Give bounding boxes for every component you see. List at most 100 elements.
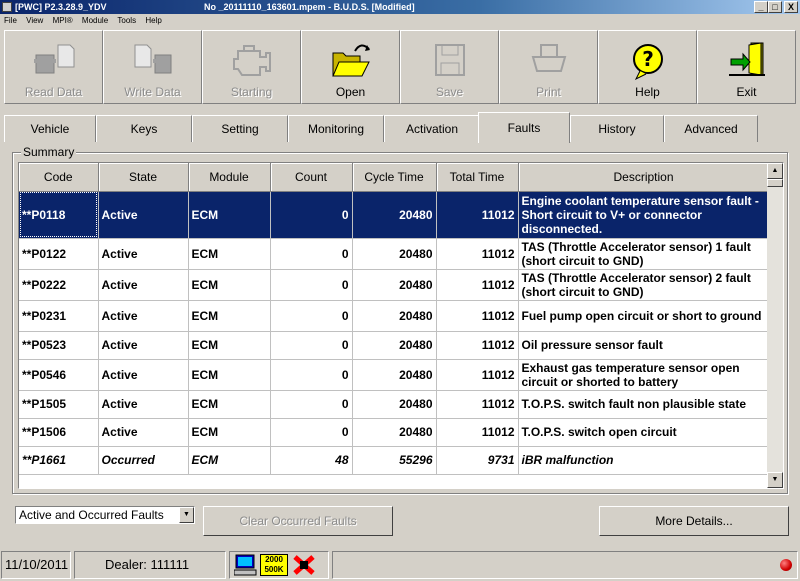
help-question-icon: ?: [632, 44, 663, 81]
tab-advanced[interactable]: Advanced: [664, 115, 758, 142]
tab-faults[interactable]: Faults: [478, 112, 570, 143]
table-row[interactable]: **P1661 Occurred ECM 48 55296 9731 iBR m…: [19, 446, 770, 475]
cell-cycle-time: 20480: [352, 418, 437, 447]
write-data-button[interactable]: Write Data: [103, 30, 202, 104]
column-header-total-time[interactable]: Total Time: [436, 163, 519, 192]
column-header-state[interactable]: State: [98, 163, 189, 192]
cell-description: Fuel pump open circuit or short to groun…: [518, 300, 770, 332]
cell-code: **P0231: [19, 300, 99, 332]
cell-cycle-time: 20480: [352, 390, 437, 419]
column-header-module[interactable]: Module: [188, 163, 271, 192]
cell-cycle-time: 20480: [352, 359, 437, 391]
column-header-count[interactable]: Count: [270, 163, 353, 192]
cell-cycle-time: 20480: [352, 191, 437, 239]
open-label: Open: [335, 85, 366, 99]
tab-history[interactable]: History: [570, 115, 664, 142]
cell-description: Oil pressure sensor fault: [518, 331, 770, 360]
table-row[interactable]: **P0523 Active ECM 0 20480 11012 Oil pre…: [19, 331, 770, 360]
app-icon[interactable]: [2, 2, 12, 12]
status-bar: 11/10/2011 Dealer: 111111 2000 500K: [0, 549, 800, 581]
cell-description: T.O.P.S. switch fault non plausible stat…: [518, 390, 770, 419]
menu-view[interactable]: View: [26, 16, 43, 25]
cell-state: Active: [98, 418, 189, 447]
exit-door-icon: [728, 42, 765, 76]
status-dealer: Dealer: 111111: [74, 551, 226, 579]
chevron-down-icon[interactable]: ▼: [179, 507, 194, 523]
scroll-up-icon[interactable]: ▲: [767, 163, 783, 179]
restore-button[interactable]: □: [768, 1, 782, 13]
computer-icon: [234, 554, 257, 576]
help-label: Help: [635, 85, 660, 99]
cell-cycle-time: 20480: [352, 238, 437, 270]
table-row[interactable]: **P0222 Active ECM 0 20480 11012 TAS (Th…: [19, 269, 770, 301]
menu-module[interactable]: Module: [82, 16, 108, 25]
menu-tools[interactable]: Tools: [117, 16, 136, 25]
cell-count: 0: [270, 331, 353, 360]
cell-total-time: 9731: [436, 446, 519, 475]
cell-total-time: 11012: [436, 238, 519, 270]
title-bar[interactable]: [PWC] P2.3.28.9_YDV No _20111110_163601.…: [0, 0, 800, 14]
column-header-cycle-time[interactable]: Cycle Time: [352, 163, 437, 192]
scroll-thumb[interactable]: [767, 179, 783, 187]
cell-code: **P0118: [19, 191, 99, 239]
cell-count: 0: [270, 390, 353, 419]
cell-cycle-time: 20480: [352, 331, 437, 360]
cell-description: Engine coolant temperature sensor fault …: [518, 191, 770, 239]
starting-label: Starting: [230, 85, 273, 99]
more-details-button[interactable]: More Details...: [599, 506, 789, 536]
cell-state: Active: [98, 269, 189, 301]
folder-open-icon: [331, 44, 370, 77]
tab-activation[interactable]: Activation: [384, 115, 480, 142]
cell-description: TAS (Throttle Accelerator sensor) 1 faul…: [518, 238, 770, 270]
close-button[interactable]: X: [784, 1, 798, 13]
table-vertical-scrollbar[interactable]: ▲ ▼: [767, 163, 783, 488]
write-data-label: Write Data: [124, 85, 181, 99]
table-row[interactable]: **P1506 Active ECM 0 20480 11012 T.O.P.S…: [19, 418, 770, 447]
tab-setting[interactable]: Setting: [192, 115, 288, 142]
scroll-down-icon[interactable]: ▼: [767, 472, 783, 488]
cell-cycle-time: 20480: [352, 269, 437, 301]
tab-monitoring[interactable]: Monitoring: [288, 115, 384, 142]
clear-occurred-faults-button[interactable]: Clear Occurred Faults: [203, 506, 393, 536]
menu-file[interactable]: File: [4, 16, 17, 25]
write-data-icon: [134, 44, 171, 74]
cell-module: ECM: [188, 390, 271, 419]
tab-keys[interactable]: Keys: [96, 115, 192, 142]
minimize-button[interactable]: _: [754, 1, 768, 13]
engine-icon: [232, 45, 271, 76]
exit-button[interactable]: Exit: [697, 30, 796, 104]
tab-vehicle[interactable]: Vehicle: [4, 115, 96, 142]
cell-description: T.O.P.S. switch open circuit: [518, 418, 770, 447]
help-button[interactable]: ? Help: [598, 30, 697, 104]
starting-button[interactable]: Starting: [202, 30, 301, 104]
menu-mpi[interactable]: MPI®: [53, 16, 73, 25]
save-button[interactable]: Save: [400, 30, 499, 104]
open-button[interactable]: Open: [301, 30, 400, 104]
fault-filter-select[interactable]: Active and Occurred Faults ▼: [15, 506, 195, 524]
table-row[interactable]: **P0231 Active ECM 0 20480 11012 Fuel pu…: [19, 300, 770, 332]
cell-state: Occurred: [98, 446, 189, 475]
read-data-label: Read Data: [24, 85, 83, 99]
cell-total-time: 11012: [436, 390, 519, 419]
cell-state: Active: [98, 238, 189, 270]
cell-code: **P1506: [19, 418, 99, 447]
cell-code: **P0222: [19, 269, 99, 301]
menu-help[interactable]: Help: [145, 16, 161, 25]
table-row[interactable]: **P0118 Active ECM 0 20480 11012 Engine …: [19, 191, 770, 239]
column-header-description[interactable]: Description: [518, 163, 770, 192]
table-row[interactable]: **P0122 Active ECM 0 20480 11012 TAS (Th…: [19, 238, 770, 270]
faults-table[interactable]: Code State Module Count Cycle Time Total…: [18, 162, 784, 489]
column-header-code[interactable]: Code: [19, 163, 99, 192]
print-label: Print: [536, 85, 561, 99]
table-row[interactable]: **P1505 Active ECM 0 20480 11012 T.O.P.S…: [19, 390, 770, 419]
printer-icon: [531, 44, 566, 72]
menu-bar: File View MPI® Module Tools Help: [0, 14, 800, 27]
read-data-button[interactable]: Read Data: [4, 30, 103, 104]
cell-module: ECM: [188, 418, 271, 447]
cell-count: 0: [270, 191, 353, 239]
table-row[interactable]: **P0546 Active ECM 0 20480 11012 Exhaust…: [19, 359, 770, 391]
status-connection-panel: 2000 500K: [229, 551, 329, 579]
print-button[interactable]: Print: [499, 30, 598, 104]
svg-text:?: ?: [642, 47, 654, 71]
cell-count: 0: [270, 300, 353, 332]
